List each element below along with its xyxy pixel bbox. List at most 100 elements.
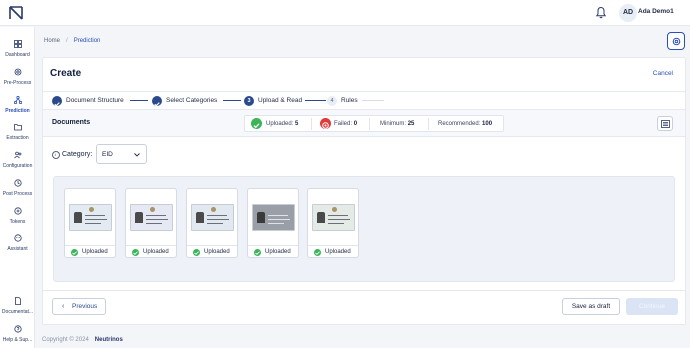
check-circle-icon bbox=[71, 249, 78, 256]
status-label: Uploaded bbox=[204, 249, 230, 255]
step-label: Upload & Read bbox=[258, 97, 303, 104]
failed-count: Failed: 0 bbox=[334, 121, 358, 127]
chevron-left-icon: ‹ bbox=[62, 303, 65, 310]
document-thumbnail bbox=[191, 204, 234, 231]
documents-bar: Documents Uploaded: 5 Failed: 0 Minimum:… bbox=[43, 110, 685, 137]
divider bbox=[43, 290, 685, 291]
sidebar-item-label: Dashboard bbox=[5, 52, 30, 58]
step-connector bbox=[362, 100, 384, 101]
gear-icon bbox=[14, 68, 21, 76]
sidebar-item-dashboard[interactable]: Dashboard bbox=[0, 40, 35, 58]
help-icon bbox=[13, 325, 22, 333]
error-icon bbox=[320, 118, 331, 129]
bell-icon[interactable] bbox=[595, 6, 607, 19]
document-status: Uploaded bbox=[187, 245, 237, 258]
step-connector bbox=[130, 100, 148, 101]
sidebar-item-label: Extraction bbox=[6, 135, 29, 141]
sidebar-item-label: Post Process bbox=[2, 191, 33, 197]
document-card[interactable]: Uploaded bbox=[307, 188, 359, 258]
breadcrumb: Home / Prediction bbox=[44, 38, 100, 44]
footer: Copyright © 2024 Neutrinos bbox=[42, 337, 123, 343]
status-label: Uploaded bbox=[265, 249, 291, 255]
divider bbox=[43, 91, 685, 92]
check-circle-icon bbox=[132, 249, 139, 256]
sidebar-item-configuration[interactable]: Configuration bbox=[0, 151, 35, 169]
status-label: Uploaded bbox=[143, 249, 169, 255]
sidebar-item-assistant[interactable]: Assistant bbox=[0, 234, 35, 252]
check-circle-icon bbox=[193, 249, 200, 256]
continue-button[interactable]: Continue bbox=[626, 298, 678, 315]
status-label: Uploaded bbox=[82, 249, 108, 255]
step-label: Select Categories bbox=[166, 97, 218, 104]
sidebar-item-tokens[interactable]: Tokens bbox=[0, 207, 35, 225]
category-value: EID bbox=[102, 151, 113, 158]
sidebar-item-label: Prediction bbox=[5, 108, 30, 114]
document-card[interactable]: Uploaded bbox=[186, 188, 238, 258]
minimum-count: Minimum: 25 bbox=[380, 121, 415, 127]
document-card[interactable]: Uploaded bbox=[64, 188, 116, 258]
step-number: 3 bbox=[244, 96, 254, 106]
divider bbox=[311, 118, 312, 130]
brand-name: Neutrinos bbox=[94, 337, 123, 343]
avatar[interactable]: AD bbox=[619, 4, 637, 22]
copyright: Copyright © 2024 bbox=[42, 337, 89, 343]
document-icon bbox=[14, 297, 21, 305]
sidebar-item-extraction[interactable]: Extraction bbox=[0, 123, 35, 141]
settings-button[interactable] bbox=[667, 32, 685, 50]
grid-icon bbox=[13, 40, 22, 48]
document-card[interactable]: Uploaded bbox=[247, 188, 299, 258]
document-thumbnail bbox=[312, 204, 355, 231]
app-logo-icon[interactable] bbox=[8, 5, 24, 21]
save-draft-button[interactable]: Save as draft bbox=[562, 298, 620, 315]
step-done-icon bbox=[52, 96, 62, 107]
users-icon bbox=[13, 151, 21, 159]
document-status: Uploaded bbox=[65, 245, 115, 258]
top-bar: AD Ada Demo1 bbox=[0, 0, 690, 26]
document-thumbnail bbox=[130, 204, 173, 231]
sidebar-item-pre-process[interactable]: Pre-Process bbox=[0, 68, 35, 86]
token-icon bbox=[13, 207, 22, 215]
document-thumbnail bbox=[252, 204, 295, 231]
step-done-icon bbox=[152, 96, 162, 107]
step-number: 4 bbox=[327, 96, 337, 106]
sidebar-item-label: Tokens bbox=[9, 219, 26, 225]
status-label: Uploaded bbox=[325, 249, 351, 255]
recommended-count: Recommended: 100 bbox=[438, 121, 493, 127]
document-thumbnail bbox=[69, 204, 112, 231]
document-status: Uploaded bbox=[126, 245, 176, 258]
assistant-icon bbox=[13, 234, 22, 242]
step-connector bbox=[305, 100, 326, 101]
upload-area[interactable]: Uploaded Uploaded Uploaded Uploaded Uplo… bbox=[53, 176, 675, 282]
category-select[interactable]: EID bbox=[96, 144, 147, 164]
sidebar-item-help[interactable]: Help & Sup... bbox=[0, 325, 35, 343]
breadcrumb-separator: / bbox=[66, 38, 68, 44]
document-card[interactable]: Uploaded bbox=[125, 188, 177, 258]
previous-label: Previous bbox=[72, 303, 98, 310]
gear-icon bbox=[672, 37, 681, 46]
sidebar-item-label: Configuration bbox=[2, 163, 33, 169]
sidebar-item-label: Assistant bbox=[7, 246, 28, 252]
sidebar-item-post-process[interactable]: Post Process bbox=[0, 179, 35, 197]
list-view-button[interactable] bbox=[657, 116, 673, 131]
documents-title: Documents bbox=[52, 119, 91, 126]
list-icon bbox=[661, 120, 670, 128]
divider bbox=[428, 118, 429, 130]
check-circle-icon bbox=[314, 249, 321, 256]
document-status: Uploaded bbox=[308, 245, 358, 258]
sidebar-item-label: Documentat... bbox=[1, 309, 34, 315]
check-circle-icon bbox=[251, 118, 262, 129]
breadcrumb-home[interactable]: Home bbox=[44, 38, 60, 44]
create-card: Create Cancel Document Structure Select … bbox=[42, 57, 686, 325]
user-name[interactable]: Ada Demo1 bbox=[638, 8, 674, 15]
sidebar-item-prediction[interactable]: Prediction bbox=[0, 96, 35, 114]
chevron-down-icon bbox=[134, 153, 140, 157]
sidebar-item-documentation[interactable]: Documentat... bbox=[0, 297, 35, 315]
sidebar: Dashboard Pre-Process Prediction Extract… bbox=[0, 27, 35, 348]
document-status: Uploaded bbox=[248, 245, 298, 258]
breadcrumb-current: Prediction bbox=[73, 38, 101, 44]
divider bbox=[369, 118, 370, 130]
info-icon bbox=[52, 151, 60, 159]
cancel-link[interactable]: Cancel bbox=[653, 70, 673, 77]
previous-button[interactable]: ‹ Previous bbox=[52, 298, 106, 315]
step-connector bbox=[223, 100, 241, 101]
